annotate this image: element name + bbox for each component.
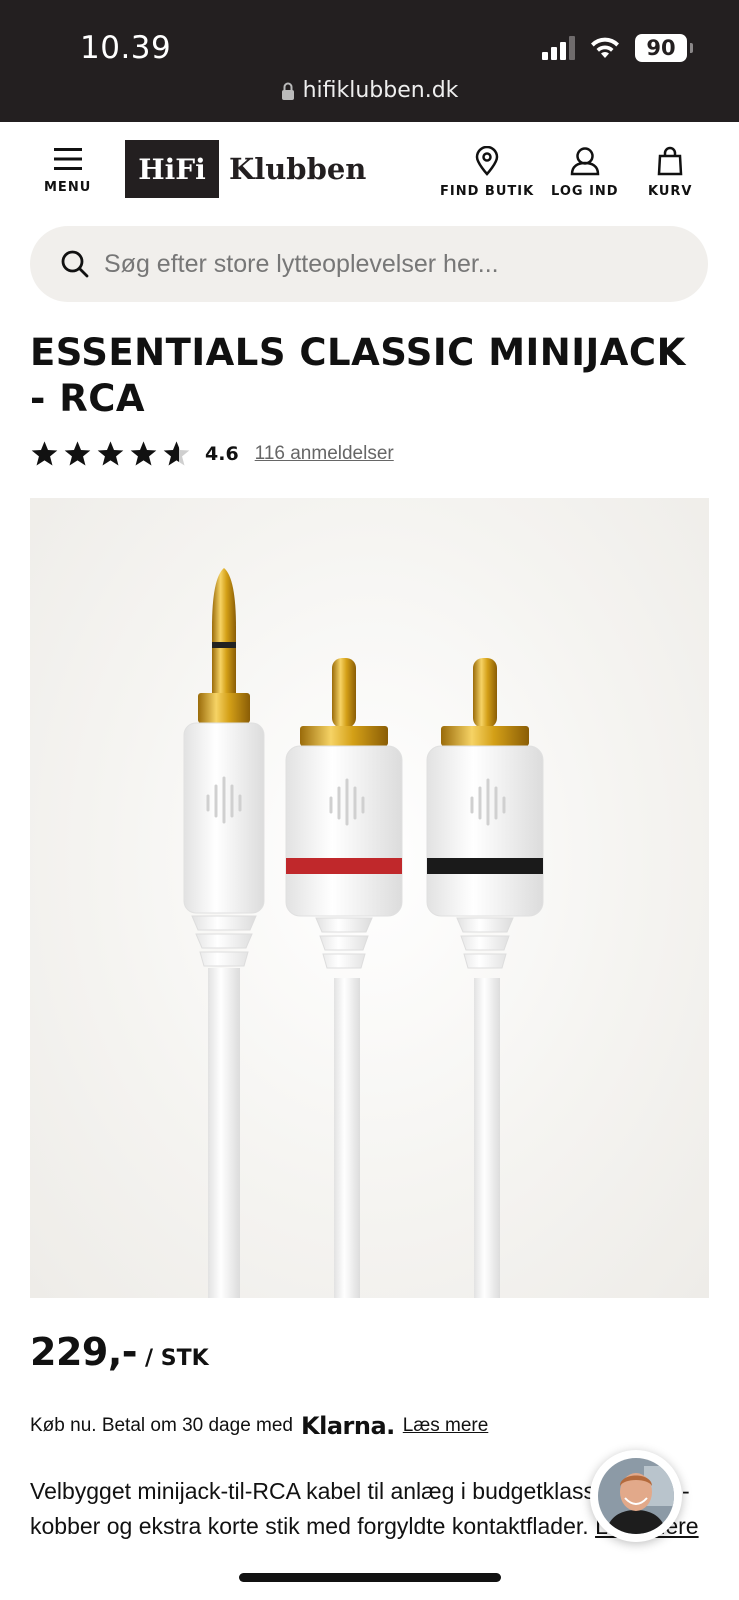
login-button[interactable]: LOG IND bbox=[551, 146, 619, 199]
klarna-logo: Klarna. bbox=[301, 1412, 395, 1440]
price-unit: / STK bbox=[145, 1346, 209, 1371]
product-price: 229,- / STK bbox=[30, 1330, 209, 1374]
user-icon bbox=[570, 147, 600, 176]
product-rating: 4.6 116 anmeldelser bbox=[30, 440, 394, 468]
product-title: ESSENTIALS CLASSIC MINIJACK - RCA bbox=[30, 331, 686, 420]
url-bar[interactable]: hifiklubben.dk bbox=[0, 78, 739, 103]
search-input[interactable] bbox=[104, 249, 664, 279]
cart-button[interactable]: KURV bbox=[648, 146, 692, 199]
search-icon bbox=[61, 250, 89, 278]
lock-icon bbox=[281, 82, 294, 100]
star-icon bbox=[130, 441, 157, 466]
product-image[interactable] bbox=[30, 498, 709, 1298]
site-logo[interactable]: HiFi Klubben bbox=[125, 140, 366, 198]
klarna-info: Køb nu. Betal om 30 dage med Klarna. Læs… bbox=[30, 1412, 488, 1440]
klarna-text: Køb nu. Betal om 30 dage med bbox=[30, 1415, 293, 1436]
star-icon bbox=[64, 441, 91, 466]
cart-label: KURV bbox=[648, 184, 693, 199]
cable-illustration bbox=[183, 568, 544, 1298]
shopping-bag-icon bbox=[657, 146, 683, 176]
menu-button[interactable]: MENU bbox=[44, 146, 91, 195]
star-icon bbox=[97, 441, 124, 466]
location-pin-icon bbox=[475, 146, 499, 176]
star-partial-icon bbox=[163, 441, 190, 466]
home-indicator bbox=[239, 1573, 501, 1582]
status-bar: 10.39 90 hifiklubben.dk bbox=[0, 0, 739, 122]
hamburger-icon bbox=[53, 148, 82, 170]
logo-box: HiFi bbox=[125, 140, 219, 198]
battery-indicator: 90 bbox=[635, 34, 693, 62]
login-label: LOG IND bbox=[551, 184, 619, 199]
reviews-link[interactable]: 116 anmeldelser bbox=[255, 443, 394, 465]
rating-stars bbox=[30, 440, 191, 468]
price-amount: 229,- bbox=[30, 1330, 138, 1374]
logo-text: Klubben bbox=[229, 152, 367, 186]
menu-label: MENU bbox=[44, 180, 92, 195]
wifi-icon bbox=[591, 37, 619, 58]
search-bar[interactable] bbox=[30, 226, 708, 302]
status-icons: 90 bbox=[542, 34, 693, 62]
star-icon bbox=[31, 441, 58, 466]
support-agent-avatar-icon bbox=[598, 1458, 674, 1534]
url-text: hifiklubben.dk bbox=[302, 78, 459, 103]
find-store-button[interactable]: FIND BUTIK bbox=[440, 146, 534, 199]
rating-value: 4.6 bbox=[205, 443, 239, 465]
find-store-label: FIND BUTIK bbox=[440, 184, 535, 199]
klarna-read-more-link[interactable]: Læs mere bbox=[403, 1415, 489, 1437]
chat-support-button[interactable] bbox=[590, 1450, 682, 1542]
site-header: MENU HiFi Klubben FIND BUTIK LOG IND KUR… bbox=[0, 122, 739, 222]
status-time: 10.39 bbox=[80, 30, 172, 66]
cellular-signal-icon bbox=[542, 36, 575, 60]
